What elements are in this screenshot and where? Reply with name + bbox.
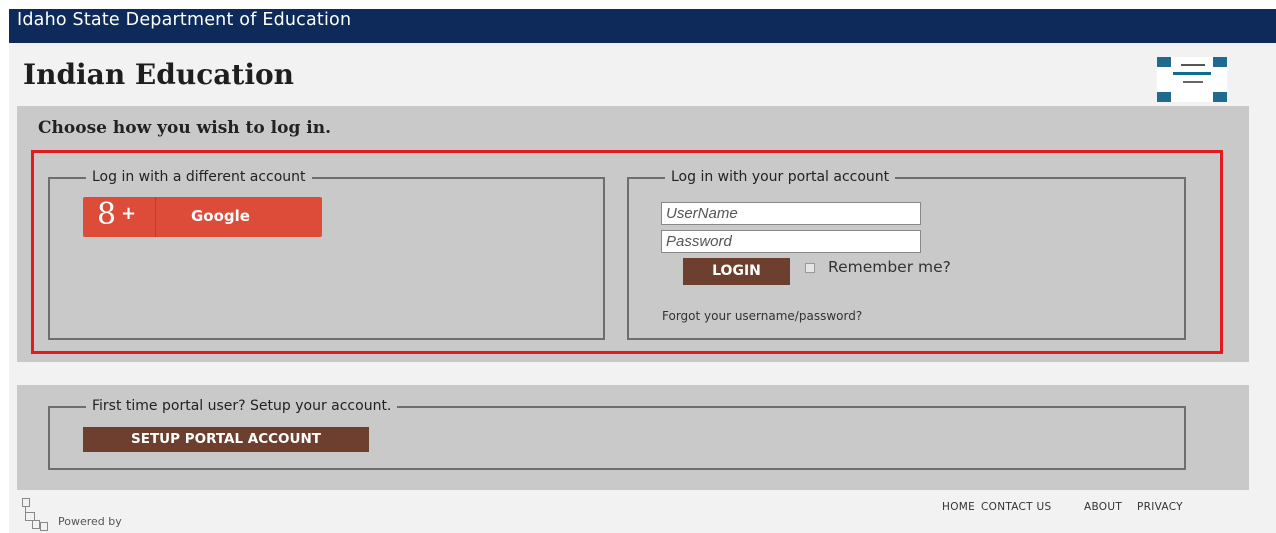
org-title: Idaho State Department of Education [17,10,352,30]
footer-about-link[interactable]: ABOUT [1084,501,1122,513]
sitemap-icon [22,498,62,533]
top-banner: Idaho State Department of Education [9,9,1276,43]
powered-by-text: Powered by [58,515,122,528]
login-heading: Choose how you wish to log in. [38,118,332,138]
indian-education-logo-icon [1157,57,1227,102]
site-title: Indian Education [23,58,294,91]
setup-portal-account-button[interactable]: SETUP PORTAL ACCOUNT [83,427,369,452]
footer-contact-us-link[interactable]: CONTACT US [981,501,1051,513]
highlight-frame [31,150,1223,354]
footer-privacy-link[interactable]: PRIVACY [1137,501,1183,513]
footer-home-link[interactable]: HOME [942,501,975,513]
setup-legend: First time portal user? Setup your accou… [86,398,398,414]
